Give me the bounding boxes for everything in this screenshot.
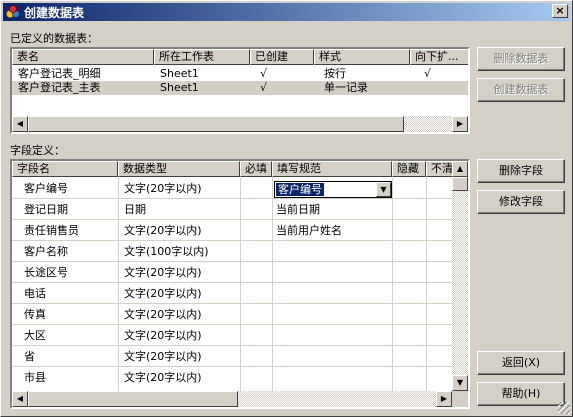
table-name: 客户登记表_明细 bbox=[18, 67, 101, 80]
col-header-sheet[interactable]: 所在工作表 bbox=[154, 49, 250, 65]
create-table-dialog: 创建数据表 × 已定义的数据表： 表名 所在工作表 已创建 样式 向下扩... … bbox=[0, 0, 573, 417]
back-button[interactable]: 返回(X) bbox=[477, 351, 565, 375]
scroll-left-button[interactable]: ◀ bbox=[12, 116, 28, 132]
tables-list[interactable]: 表名 所在工作表 已创建 样式 向下扩... 客户登记表_明细 Sheet1 √… bbox=[10, 47, 470, 134]
tables-section-label: 已定义的数据表： bbox=[10, 32, 98, 45]
col-header-expand[interactable]: 向下扩... bbox=[410, 49, 468, 65]
field-type-cell[interactable]: 文字(20字以内) bbox=[120, 371, 238, 385]
grid-line bbox=[118, 177, 119, 391]
grid-line bbox=[12, 282, 452, 283]
col-header-style[interactable]: 样式 bbox=[314, 49, 410, 65]
field-name-cell[interactable]: 电话 bbox=[20, 287, 116, 301]
col-header-created[interactable]: 已创建 bbox=[250, 49, 314, 65]
delete-table-button[interactable]: 删除数据表 bbox=[477, 47, 565, 71]
rule-combobox-value: 客户编号 bbox=[276, 183, 324, 196]
field-type-cell[interactable]: 文字(20字以内) bbox=[120, 350, 238, 364]
rule-combobox[interactable]: 客户编号 ▼ bbox=[274, 181, 392, 198]
scroll-down-button[interactable]: ▼ bbox=[452, 375, 468, 391]
field-name-cell[interactable]: 登记日期 bbox=[20, 203, 116, 217]
scroll-right-button[interactable]: ▶ bbox=[436, 391, 452, 407]
grid-line bbox=[12, 240, 452, 241]
table-style: 单一记录 bbox=[324, 81, 368, 94]
grid-line bbox=[240, 177, 241, 391]
fields-section-label: 字段定义： bbox=[10, 144, 65, 157]
table-expand: √ bbox=[424, 67, 432, 80]
fields-vscrollbar[interactable]: ▲ ▼ bbox=[452, 161, 468, 391]
fields-grid[interactable]: 字段名 数据类型 必填 填写规范 隐藏 不清 客户编号 文字(20字以内) 客户… bbox=[10, 159, 470, 409]
grid-line bbox=[12, 303, 452, 304]
col-header-data-type[interactable]: 数据类型 bbox=[118, 161, 240, 177]
field-name-cell[interactable]: 传真 bbox=[20, 308, 116, 322]
grid-line bbox=[12, 345, 452, 346]
scroll-thumb[interactable] bbox=[452, 177, 468, 191]
delete-field-button[interactable]: 删除字段 bbox=[477, 159, 565, 183]
field-name-cell[interactable]: 大区 bbox=[20, 329, 116, 343]
scroll-corner bbox=[452, 391, 468, 407]
scroll-right-button[interactable]: ▶ bbox=[452, 116, 468, 132]
window-title: 创建数据表 bbox=[24, 5, 85, 20]
create-table-button[interactable]: 创建数据表 bbox=[477, 78, 565, 102]
field-rule-cell[interactable]: 当前用户姓名 bbox=[272, 224, 390, 238]
fields-hscrollbar[interactable]: ◀ ▶ bbox=[12, 391, 452, 407]
field-type-cell[interactable]: 文字(20字以内) bbox=[120, 287, 238, 301]
table-style: 按行 bbox=[324, 67, 346, 80]
field-type-cell[interactable]: 文字(20字以内) bbox=[120, 224, 238, 238]
table-created: √ bbox=[260, 67, 268, 80]
field-name-cell[interactable]: 市县 bbox=[20, 371, 116, 385]
modify-field-button[interactable]: 修改字段 bbox=[477, 190, 565, 214]
field-name-cell[interactable]: 客户名称 bbox=[20, 245, 116, 259]
field-type-cell[interactable]: 文字(20字以内) bbox=[120, 329, 238, 343]
app-icon bbox=[6, 5, 20, 19]
table-sheet: Sheet1 bbox=[160, 67, 199, 80]
table-name: 客户登记表_主表 bbox=[18, 81, 101, 94]
scroll-left-button[interactable]: ◀ bbox=[12, 391, 28, 407]
grid-line bbox=[12, 219, 452, 220]
field-name-cell[interactable]: 长途区号 bbox=[20, 266, 116, 280]
col-header-hidden[interactable]: 隐藏 bbox=[392, 161, 426, 177]
field-name-cell[interactable]: 省 bbox=[20, 350, 116, 364]
field-rule-cell[interactable]: 当前日期 bbox=[272, 203, 390, 217]
combobox-dropdown-icon[interactable]: ▼ bbox=[376, 182, 391, 197]
scroll-thumb[interactable] bbox=[28, 116, 404, 132]
title-bar: 创建数据表 × bbox=[3, 3, 570, 21]
grid-line bbox=[12, 261, 452, 262]
scroll-thumb[interactable] bbox=[28, 391, 238, 407]
field-name-cell[interactable]: 责任销售员 bbox=[20, 224, 116, 238]
table-sheet: Sheet1 bbox=[160, 81, 199, 94]
col-header-table-name[interactable]: 表名 bbox=[12, 49, 154, 65]
field-type-cell[interactable]: 文字(20字以内) bbox=[120, 308, 238, 322]
resize-grip[interactable] bbox=[558, 402, 570, 414]
grid-line bbox=[12, 366, 452, 367]
field-type-cell[interactable]: 文字(20字以内) bbox=[120, 266, 238, 280]
col-header-rule[interactable]: 填写规范 bbox=[272, 161, 392, 177]
tables-hscrollbar[interactable]: ◀ ▶ bbox=[12, 116, 468, 132]
field-type-cell[interactable]: 文字(100字以内) bbox=[120, 245, 238, 259]
table-created: √ bbox=[260, 81, 268, 94]
scroll-up-button[interactable]: ▲ bbox=[452, 161, 468, 177]
table-row-selected[interactable]: 客户登记表_主表 Sheet1 √ 单一记录 bbox=[12, 81, 468, 95]
col-header-field-name[interactable]: 字段名 bbox=[12, 161, 118, 177]
help-button[interactable]: 帮助(H) bbox=[477, 382, 565, 406]
grid-line bbox=[12, 198, 452, 199]
grid-line bbox=[392, 177, 393, 391]
field-type-cell[interactable]: 文字(20字以内) bbox=[120, 182, 238, 196]
field-name-cell[interactable]: 客户编号 bbox=[20, 182, 116, 196]
close-button[interactable]: × bbox=[552, 4, 568, 18]
grid-line bbox=[12, 324, 452, 325]
field-type-cell[interactable]: 日期 bbox=[120, 203, 238, 217]
table-expand bbox=[420, 81, 460, 95]
grid-line bbox=[426, 177, 427, 391]
col-header-required[interactable]: 必填 bbox=[240, 161, 272, 177]
